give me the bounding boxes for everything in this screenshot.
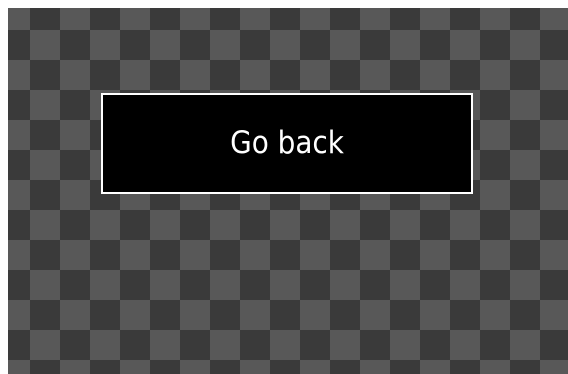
go-back-label: Go back [230, 125, 344, 161]
checkerboard-background: Go back [8, 8, 568, 374]
go-back-button[interactable]: Go back [101, 93, 473, 194]
